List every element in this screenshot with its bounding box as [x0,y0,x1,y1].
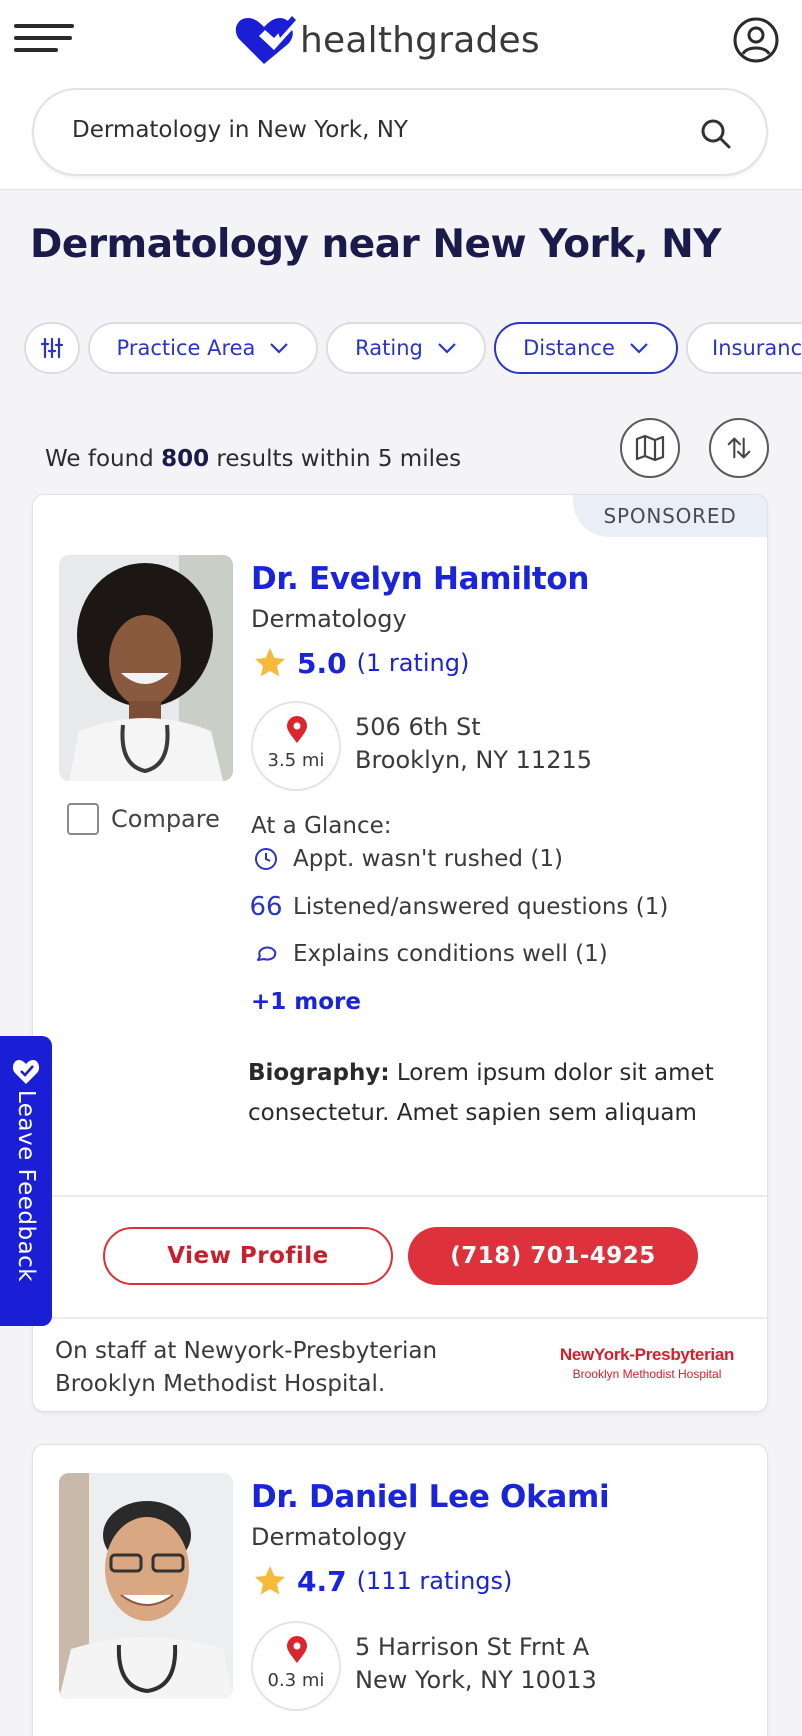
compare-label: Compare [111,805,220,833]
sort-button[interactable] [709,418,769,478]
chip-label: Insurance [712,336,802,360]
more-link[interactable]: +1 more [251,989,361,1015]
filter-rating[interactable]: Rating [326,322,486,374]
divider [33,1317,767,1319]
distance-badge: 0.3 mi [251,1621,341,1711]
hospital-logo-name: NewYork-Presbyterian [559,1345,735,1364]
hospital-affiliation: On staff at Newyork-Presbyterian Brookly… [55,1335,437,1401]
address: 5 Harrison St Frnt A New York, NY 10013 [355,1631,597,1697]
chevron-down-icon [630,343,648,354]
chat-bubble-icon [251,940,281,968]
doctor-photo[interactable] [59,555,233,781]
brand-name: healthgrades [300,19,540,61]
sponsored-badge: SPONSORED [573,495,767,537]
map-icon [635,434,665,462]
top-bar: healthgrades Dermatology in New York, NY [0,0,802,190]
glance-text: Explains conditions well (1) [293,941,608,967]
address-line2: New York, NY 10013 [355,1666,597,1694]
compare-checkbox[interactable]: Compare [67,803,220,835]
distance-value: 0.3 mi [267,1670,325,1691]
chip-label: Distance [523,336,615,360]
biography: Biography: Lorem ipsum dolor sit amet co… [248,1053,728,1133]
address-line2: Brooklyn, NY 11215 [355,746,592,774]
map-pin-icon [287,716,307,743]
doctor-name-link[interactable]: Dr. Evelyn Hamilton [251,561,589,597]
search-icon[interactable] [698,116,734,152]
hamburger-menu-icon[interactable] [14,24,74,54]
rating-score: 4.7 [297,1564,347,1598]
results-prefix: We found [45,446,154,472]
chip-label: Rating [355,336,423,360]
glance-item: 66 Listened/answered questions (1) [249,892,669,922]
view-profile-button[interactable]: View Profile [103,1227,393,1285]
doctor-name-link[interactable]: Dr. Daniel Lee Okami [251,1479,610,1515]
filter-practice-area[interactable]: Practice Area [88,322,318,374]
chevron-down-icon [438,343,456,354]
at-a-glance-title: At a Glance: [251,813,392,839]
provider-card: Dr. Daniel Lee Okami Dermatology 4.7 (11… [32,1444,768,1736]
glance-text: Appt. wasn't rushed (1) [293,846,563,872]
results-count: 800 [161,446,210,472]
search-value: Dermatology in New York, NY [72,117,408,143]
rating[interactable]: 4.7 (111 ratings) [251,1563,512,1599]
rating-count: (111 ratings) [356,1567,513,1595]
sort-icon [727,437,751,459]
chevron-down-icon [270,343,289,354]
rating-score: 5.0 [297,646,347,680]
provider-card: SPONSORED Dr. Evelyn Hamilton Dermatolog… [32,494,768,1412]
bio-label: Biography: [248,1060,390,1086]
healthgrades-logo[interactable]: healthgrades [234,14,540,66]
distance-value: 3.5 mi [267,750,325,771]
page-title: Dermatology near New York, NY [30,222,721,267]
map-view-button[interactable] [620,418,680,478]
doctor-portrait-image [59,555,233,781]
glance-item: Explains conditions well (1) [251,940,608,968]
call-phone-button[interactable]: (718) 701-4925 [408,1227,698,1285]
feedback-logo-icon [12,1060,40,1084]
doctor-portrait-image [59,1473,233,1699]
address-line1: 5 Harrison St Frnt A [355,1633,590,1661]
results-suffix: results within 5 miles [216,446,462,472]
hospital-logo-sub: Brooklyn Methodist Hospital [572,1367,722,1381]
glance-item: Appt. wasn't rushed (1) [251,845,563,873]
map-pin-icon [287,1636,307,1663]
doctor-photo[interactable] [59,1473,233,1699]
user-account-icon[interactable] [733,17,779,63]
filter-insurance[interactable]: Insurance [686,322,802,374]
rating-count: (1 rating) [356,649,470,677]
search-input[interactable]: Dermatology in New York, NY [32,88,768,176]
rating[interactable]: 5.0 (1 rating) [251,645,469,681]
filter-distance[interactable]: Distance [494,322,678,374]
hospital-logo[interactable]: NewYork-Presbyterian Brooklyn Methodist … [547,1345,747,1381]
glance-text: Listened/answered questions (1) [293,894,669,920]
quote-icon: 66 [249,892,283,922]
chip-label: Practice Area [116,336,256,360]
specialty: Dermatology [251,605,407,633]
address-line1: 506 6th St [355,713,481,741]
star-icon [255,648,285,677]
staff-line1: On staff at Newyork-Presbyterian [55,1338,438,1364]
address: 506 6th St Brooklyn, NY 11215 [355,711,592,777]
filters-button[interactable] [24,322,80,374]
checkbox-icon [67,803,99,835]
clock-icon [251,845,281,873]
leave-feedback-tab[interactable]: Leave Feedback [0,1036,52,1326]
staff-line2: Brooklyn Methodist Hospital. [55,1371,386,1397]
distance-badge: 3.5 mi [251,701,341,791]
feedback-label: Leave Feedback [13,1089,39,1283]
sliders-icon [40,337,64,359]
star-icon [255,1566,285,1595]
divider [33,1195,767,1197]
heart-check-logo-icon [235,16,296,64]
specialty: Dermatology [251,1523,407,1551]
results-summary: We found 800 results within 5 miles [45,446,461,472]
